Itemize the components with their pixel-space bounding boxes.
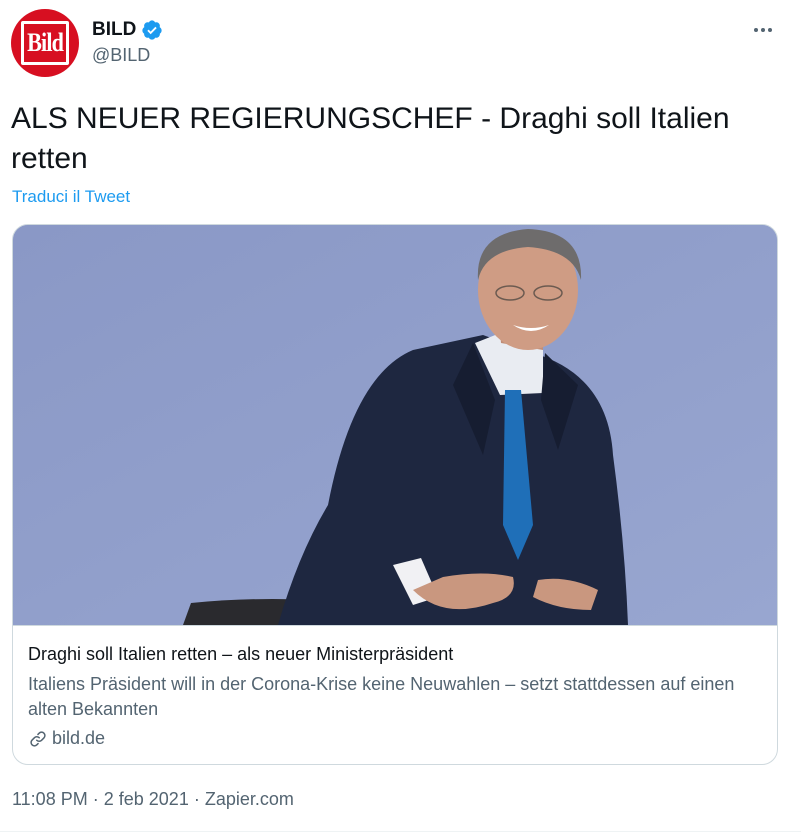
card-divider xyxy=(13,625,777,626)
card-image[interactable] xyxy=(13,225,777,625)
card-description[interactable]: Italiens Präsident will in der Corona-Kr… xyxy=(28,672,768,722)
display-name[interactable]: BILD xyxy=(92,19,136,41)
card-title[interactable]: Draghi soll Italien retten – als neuer M… xyxy=(28,644,453,665)
tweet-text: ALS NEUER REGIERUNGSCHEF - Draghi soll I… xyxy=(11,102,730,175)
dot-icon xyxy=(754,28,758,32)
bild-logo: Bild xyxy=(21,21,69,65)
link-icon xyxy=(30,730,46,747)
tweet-source[interactable]: Zapier.com xyxy=(205,789,294,809)
author-names: BILD @BILD xyxy=(92,19,163,66)
dot-icon xyxy=(761,28,765,32)
bild-logo-text: Bild xyxy=(27,28,64,57)
translate-tweet-link[interactable]: Traduci il Tweet xyxy=(12,187,130,207)
separator-glyph: · xyxy=(193,789,200,809)
card-domain[interactable]: bild.de xyxy=(28,728,105,749)
bottom-divider xyxy=(0,831,801,832)
dot-icon xyxy=(768,28,772,32)
tweet-meta: 11:08 PM · 2 feb 2021 · Zapier.com xyxy=(12,789,294,810)
tweet-time[interactable]: 11:08 PM xyxy=(12,789,88,809)
verified-badge-icon xyxy=(142,20,162,40)
meta-separator: · xyxy=(194,789,205,809)
card-photo xyxy=(13,225,777,625)
avatar[interactable]: Bild xyxy=(11,9,79,77)
link-card[interactable]: Draghi soll Italien retten – als neuer M… xyxy=(12,224,778,765)
card-domain-text: bild.de xyxy=(52,728,106,748)
tweet-date[interactable]: 2 feb 2021 xyxy=(104,789,189,809)
handle[interactable]: @BILD xyxy=(92,45,163,66)
tweet-header: Bild BILD @BILD xyxy=(11,9,791,79)
meta-separator: · xyxy=(93,789,104,809)
separator-glyph: · xyxy=(92,789,99,809)
display-name-row: BILD xyxy=(92,19,163,41)
more-options-button[interactable] xyxy=(747,22,779,38)
